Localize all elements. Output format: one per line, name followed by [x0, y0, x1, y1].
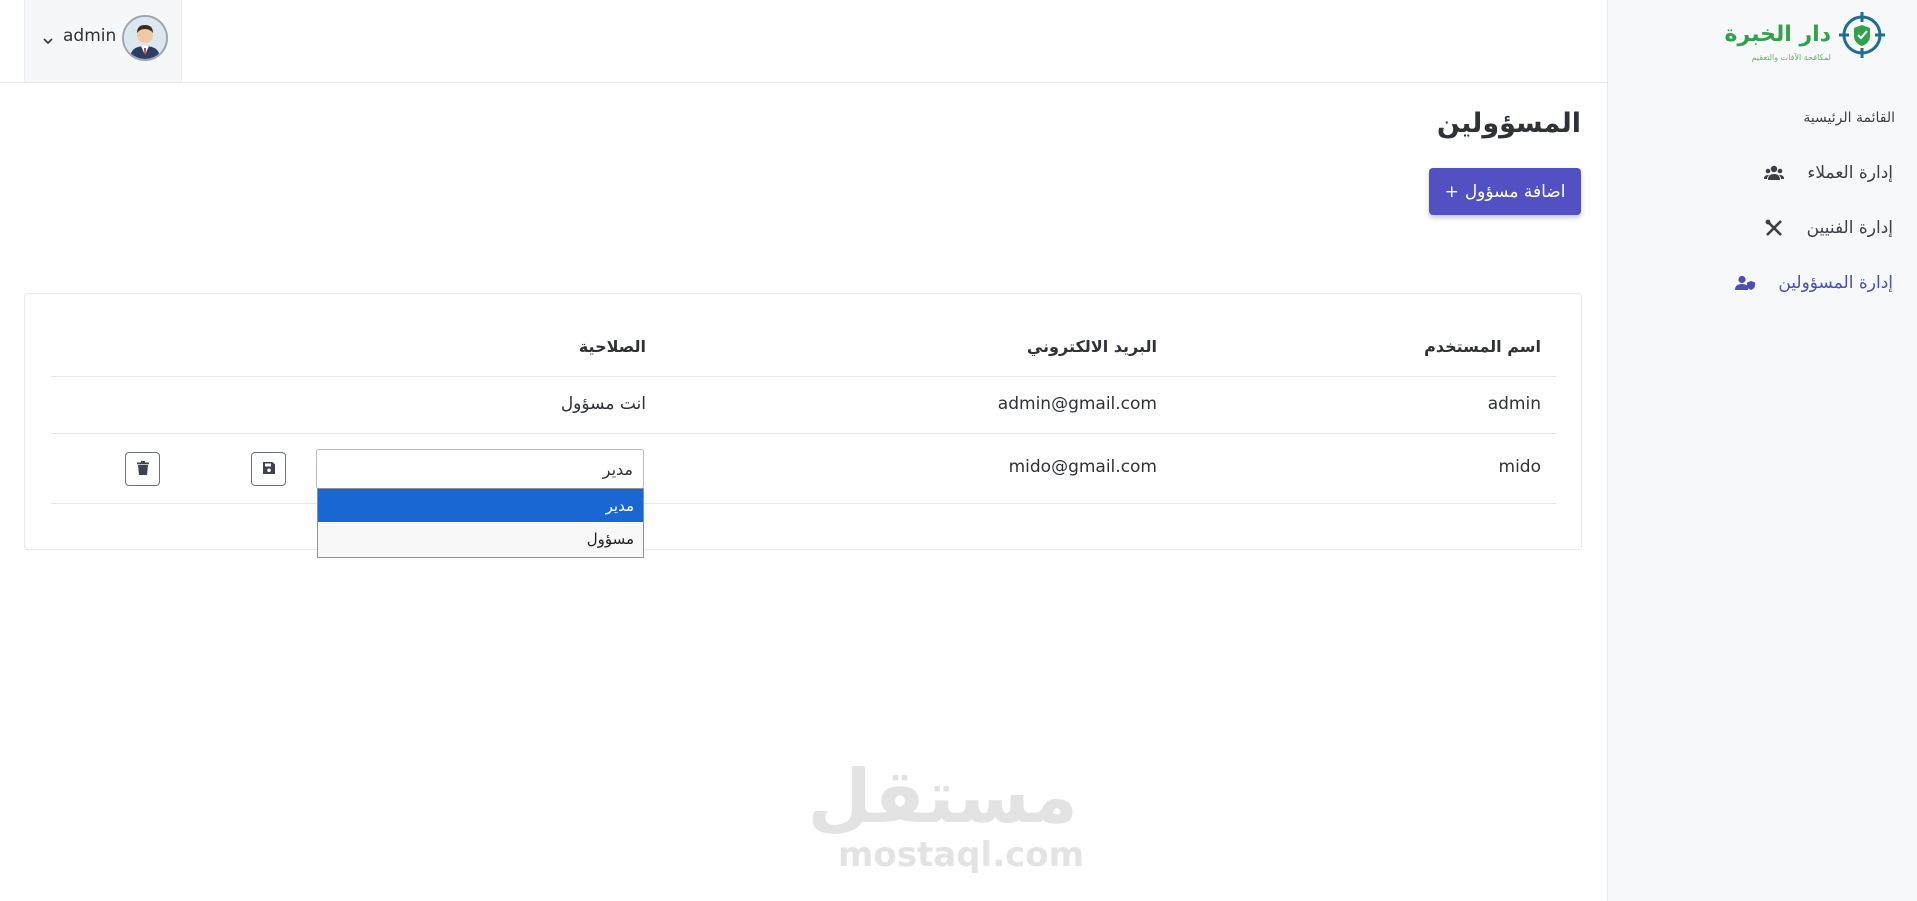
header-divider [51, 376, 1556, 377]
user-menu[interactable]: admin [24, 0, 182, 82]
brand-logo[interactable]: دار الخبرة لمكافحة الآفات والتعقيم [1725, 10, 1887, 70]
sidebar-item-label: إدارة الفنيين [1806, 218, 1893, 238]
avatar [122, 15, 168, 61]
plus-icon: + [1444, 181, 1459, 202]
cell-role: انت مسؤول [560, 394, 646, 414]
watermark-english: mostaql.com [838, 835, 1085, 875]
shield-target-icon [1839, 12, 1885, 58]
cell-username: admin [1487, 394, 1541, 414]
add-button-label: اضافة مسؤول [1464, 181, 1566, 202]
add-admin-button[interactable]: اضافة مسؤول + [1429, 168, 1581, 215]
column-header-username: اسم المستخدم [1424, 337, 1541, 356]
tools-icon [1763, 217, 1785, 239]
sidebar-item-admins[interactable]: إدارة المسؤولين [1734, 266, 1893, 300]
sidebar-item-technicians[interactable]: إدارة الفنيين [1763, 211, 1893, 245]
cell-email: admin@gmail.com [997, 394, 1157, 414]
column-header-role: الصلاحية [578, 337, 646, 356]
menu-heading: القائمة الرئيسية [1803, 110, 1895, 126]
watermark: مستقل mostaql.com [807, 754, 1085, 875]
trash-icon [136, 460, 149, 478]
watermark-arabic: مستقل [807, 754, 1078, 840]
row-divider [51, 433, 1556, 434]
role-option-manager[interactable]: مدير [318, 489, 643, 522]
admins-table-card: اسم المستخدم البريد الالكتروني الصلاحية … [24, 293, 1582, 558]
page-title: المسؤولين [1436, 108, 1581, 139]
cell-username: mido [1498, 457, 1541, 477]
sidebar: دار الخبرة لمكافحة الآفات والتعقيم القائ… [1607, 0, 1917, 901]
role-select[interactable]: مدير [316, 449, 644, 489]
save-icon [262, 461, 275, 477]
users-icon [1763, 162, 1785, 184]
chevron-down-icon [43, 30, 53, 49]
username-label: admin [63, 26, 117, 46]
row-divider [51, 503, 1556, 504]
brand-title: دار الخبرة [1724, 22, 1831, 47]
top-bar: admin [0, 0, 1607, 83]
brand-subtitle: لمكافحة الآفات والتعقيم [1751, 53, 1831, 62]
role-option-admin[interactable]: مسؤول [318, 522, 643, 555]
save-button[interactable] [251, 452, 286, 486]
role-select-value: مدير [602, 459, 633, 479]
role-dropdown-list: مدير مسؤول [317, 488, 644, 558]
cell-email: mido@gmail.com [1008, 457, 1157, 477]
sidebar-item-customers[interactable]: إدارة العملاء [1763, 156, 1893, 190]
sidebar-item-label: إدارة العملاء [1807, 163, 1893, 183]
user-shield-icon [1734, 272, 1756, 294]
delete-button[interactable] [125, 452, 160, 486]
sidebar-item-label: إدارة المسؤولين [1778, 273, 1893, 293]
column-header-email: البريد الالكتروني [1026, 337, 1157, 356]
